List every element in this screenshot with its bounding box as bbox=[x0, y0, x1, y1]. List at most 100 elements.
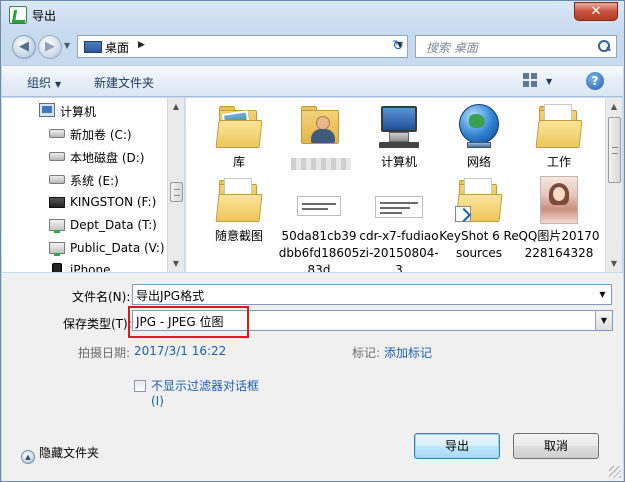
folder-icon bbox=[215, 176, 263, 224]
file-item-label: 库 bbox=[232, 155, 245, 169]
filetype-dropdown-icon[interactable]: ▼ bbox=[595, 311, 612, 330]
computer-icon bbox=[39, 103, 55, 117]
nav-item-label: 新加卷 (C:) bbox=[70, 128, 132, 142]
file-item-label: 计算机 bbox=[380, 155, 417, 169]
search-icon[interactable] bbox=[598, 40, 610, 52]
new-folder-button[interactable]: 新建文件夹 bbox=[94, 74, 154, 91]
filename-dropdown-icon[interactable]: ▼ bbox=[594, 285, 611, 304]
filename-label: 文件名(N): bbox=[72, 290, 131, 304]
resize-grip-icon[interactable] bbox=[609, 466, 621, 478]
address-bar[interactable]: 桌面 ▶ ▼ bbox=[77, 35, 408, 58]
address-path[interactable]: 桌面 bbox=[105, 39, 129, 56]
organize-label: 组织 bbox=[27, 76, 52, 90]
scroll-up-icon[interactable]: ▲ bbox=[606, 98, 622, 115]
file-item-label: QQ图片20170228164328 bbox=[518, 229, 600, 260]
chevron-up-icon: ▲ bbox=[21, 450, 35, 464]
add-tags-field[interactable]: 添加标记 bbox=[384, 344, 432, 361]
drive-icon bbox=[49, 175, 65, 184]
hide-filter-dialog-checkbox[interactable] bbox=[134, 380, 146, 392]
tags-label: 标记: bbox=[352, 346, 381, 360]
export-button[interactable]: 导出 bbox=[414, 433, 500, 459]
scroll-up-icon[interactable]: ▲ bbox=[168, 98, 184, 115]
scrollbar-thumb[interactable] bbox=[170, 182, 183, 202]
network-drive-icon bbox=[49, 219, 65, 233]
photo-thumbnail-icon bbox=[535, 176, 583, 224]
file-item-label: KeyShot 6 Resources bbox=[439, 229, 519, 260]
nav-pane-scrollbar[interactable]: ▲ ▼ bbox=[167, 98, 184, 272]
file-item-label: cdr-x7-fudiaozi-20150804-3 bbox=[359, 229, 439, 272]
network-drive-icon bbox=[49, 242, 65, 256]
file-item-label bbox=[280, 154, 362, 175]
navigation-pane: 计算机 新加卷 (C:) 本地磁盘 (D:) 系统 (E:) KINGSTON … bbox=[2, 98, 184, 272]
back-button[interactable]: ◀ bbox=[12, 35, 36, 59]
window-title: 导出 bbox=[32, 9, 57, 23]
scroll-down-icon[interactable]: ▼ bbox=[606, 255, 622, 272]
scrollbar-thumb[interactable] bbox=[608, 117, 621, 183]
nav-item-label: 系统 (E:) bbox=[70, 174, 119, 188]
file-item-label: 网络 bbox=[466, 155, 491, 169]
image-file-icon bbox=[295, 176, 343, 224]
file-item-label: 工作 bbox=[546, 155, 571, 169]
forward-button[interactable]: ▶ bbox=[38, 35, 62, 59]
nav-item-label: 本地磁盘 (D:) bbox=[70, 151, 145, 165]
shortcut-folder-icon bbox=[455, 176, 503, 224]
date-value[interactable]: 2017/3/1 16:22 bbox=[134, 344, 226, 358]
scroll-down-icon[interactable]: ▼ bbox=[168, 255, 184, 272]
search-placeholder[interactable]: 搜索 桌面 bbox=[426, 39, 478, 56]
file-item-screenshots[interactable]: 随意截图 bbox=[198, 176, 280, 245]
refresh-icon: ↻ bbox=[392, 38, 404, 54]
app-icon bbox=[9, 6, 27, 24]
hide-filter-dialog-label[interactable]: 不显示过滤器对话框 bbox=[151, 377, 259, 394]
title-bar: 导出 ✕ bbox=[1, 1, 624, 29]
drive-icon bbox=[49, 129, 65, 138]
chevron-down-icon: ▼ bbox=[55, 80, 62, 89]
file-item-user-folder[interactable] bbox=[280, 102, 362, 175]
file-item-library[interactable]: 库 bbox=[198, 102, 280, 171]
hide-filter-dialog-label-hotkey[interactable]: (I) bbox=[151, 394, 164, 408]
network-globe-icon bbox=[455, 102, 503, 150]
filename-value[interactable]: 导出JPG格式 bbox=[136, 287, 204, 304]
file-item-image-50da81cb[interactable]: 50da81cb39dbb6fd1860583d bbox=[278, 176, 360, 272]
nav-item-label: 计算机 bbox=[60, 105, 97, 119]
hide-folders-toggle[interactable]: ▲ 隐藏文件夹 bbox=[21, 444, 99, 464]
filetype-highlight-annotation bbox=[128, 306, 249, 338]
phone-icon bbox=[52, 263, 62, 272]
file-item-computer[interactable]: 计算机 bbox=[358, 102, 440, 171]
date-label: 拍摄日期: bbox=[78, 346, 131, 360]
hide-folders-label: 隐藏文件夹 bbox=[39, 446, 100, 460]
file-icon bbox=[375, 176, 423, 224]
view-options-dropdown-icon[interactable]: ▼ bbox=[546, 77, 552, 86]
user-folder-icon bbox=[297, 102, 345, 150]
usb-drive-icon bbox=[49, 197, 65, 208]
shortcut-arrow-icon bbox=[455, 206, 471, 222]
file-item-qq-image[interactable]: QQ图片20170228164328 bbox=[518, 176, 600, 262]
file-item-work[interactable]: 工作 bbox=[518, 102, 600, 171]
nav-item-label: KINGSTON (F:) bbox=[70, 195, 157, 209]
nav-item-label: Public_Data (V:) bbox=[70, 241, 165, 255]
search-box[interactable]: 搜索 桌面 bbox=[415, 35, 617, 58]
nav-item-label: iPhone bbox=[70, 263, 111, 272]
help-icon[interactable]: ? bbox=[586, 72, 604, 90]
filename-input[interactable]: 导出JPG格式 ▼ bbox=[132, 284, 612, 305]
desktop-icon bbox=[84, 41, 102, 53]
command-toolbar: 组织 ▼ 新建文件夹 ▼ ? bbox=[2, 65, 623, 97]
cancel-button[interactable]: 取消 bbox=[513, 433, 599, 459]
export-dialog: 导出 ✕ ◀ ▶ ▼ 桌面 ▶ ▼ ↻ 搜索 桌面 组织 ▼ 新建文件夹 ▼ ? … bbox=[0, 0, 625, 482]
file-item-label: 随意截图 bbox=[214, 229, 263, 243]
file-pane-scrollbar[interactable]: ▲ ▼ bbox=[605, 98, 622, 272]
file-item-network[interactable]: 网络 bbox=[438, 102, 520, 171]
chevron-down-icon: ▼ bbox=[64, 41, 71, 50]
file-item-cdr-x7[interactable]: cdr-x7-fudiaozi-20150804-3 bbox=[358, 176, 440, 272]
drive-icon bbox=[49, 152, 65, 161]
refresh-button[interactable]: ↻ bbox=[386, 35, 410, 58]
filetype-label: 保存类型(T): bbox=[63, 317, 132, 331]
redacted-name bbox=[291, 158, 351, 170]
nav-item-label: Dept_Data (T:) bbox=[70, 218, 157, 232]
file-item-keyshot[interactable]: KeyShot 6 Resources bbox=[438, 176, 520, 262]
recent-locations-dropdown[interactable]: ▼ bbox=[64, 41, 74, 53]
change-view-icon[interactable] bbox=[523, 73, 539, 89]
forward-arrow-icon: ▶ bbox=[45, 39, 55, 54]
organize-menu[interactable]: 组织 ▼ bbox=[27, 74, 61, 91]
close-button[interactable]: ✕ bbox=[574, 2, 618, 21]
breadcrumb-arrow-icon[interactable]: ▶ bbox=[138, 40, 145, 50]
